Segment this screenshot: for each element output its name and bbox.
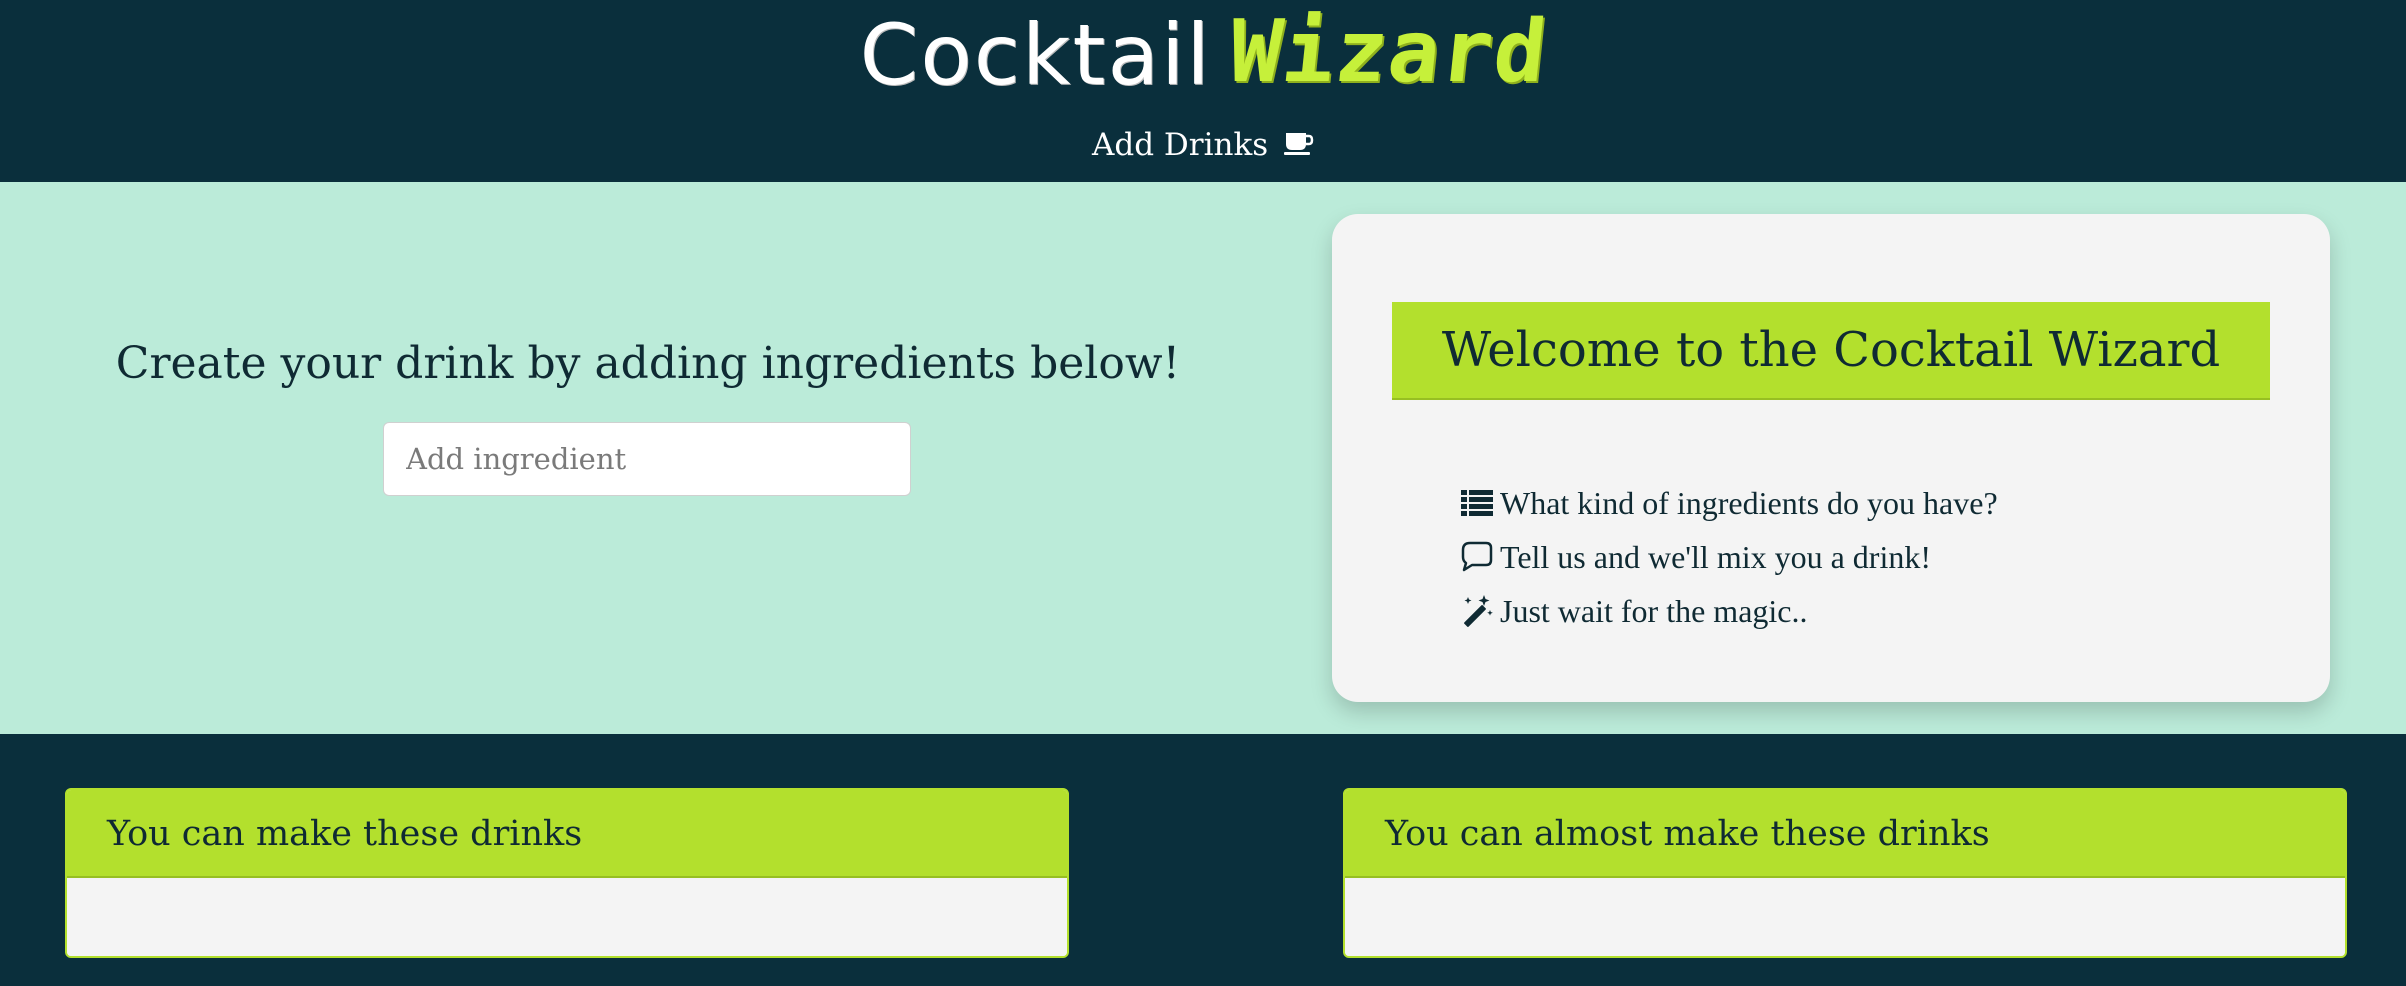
site-logo[interactable]: Cocktail Wizard (0, 0, 2406, 110)
hero-title: Create your drink by adding ingredients … (115, 338, 1181, 389)
list-icon (1461, 490, 1493, 516)
almost-make-drinks-list (1345, 878, 2345, 956)
add-drinks-label: Add Drinks (1091, 127, 1269, 163)
can-make-drinks-list (67, 878, 1067, 956)
can-make-drinks-panel: You can make these drinks (65, 788, 1069, 958)
can-make-drinks-title: You can make these drinks (67, 790, 1067, 878)
welcome-step: Just wait for the magic.. (1460, 584, 1998, 638)
main-nav: Add Drinks (0, 122, 2406, 168)
add-drinks-link[interactable]: Add Drinks (1092, 127, 1314, 163)
speech-bubble-icon (1461, 541, 1493, 572)
almost-make-drinks-title: You can almost make these drinks (1345, 790, 2345, 878)
welcome-title: Welcome to the Cocktail Wizard (1392, 302, 2270, 400)
site-header: Cocktail Wizard Add Drinks (0, 0, 2406, 182)
welcome-step-text: Tell us and we'll mix you a drink! (1500, 539, 1931, 575)
logo-text-wizard: Wizard (1224, 2, 1552, 102)
logo-text-cocktail: Cocktail (859, 6, 1212, 104)
welcome-step-text: Just wait for the magic.. (1500, 593, 1808, 629)
coffee-cup-icon (1284, 133, 1314, 155)
welcome-step-text: What kind of ingredients do you have? (1500, 485, 1998, 521)
magic-wand-icon (1464, 595, 1493, 627)
hero-section: Create your drink by adding ingredients … (0, 182, 2406, 734)
ingredient-input[interactable] (383, 422, 911, 496)
welcome-steps-list: What kind of ingredients do you have? Te… (1460, 476, 1998, 638)
welcome-step: What kind of ingredients do you have? (1460, 476, 1998, 530)
welcome-card: Welcome to the Cocktail Wizard What kind… (1332, 214, 2330, 702)
almost-make-drinks-panel: You can almost make these drinks (1343, 788, 2347, 958)
welcome-step: Tell us and we'll mix you a drink! (1460, 530, 1998, 584)
